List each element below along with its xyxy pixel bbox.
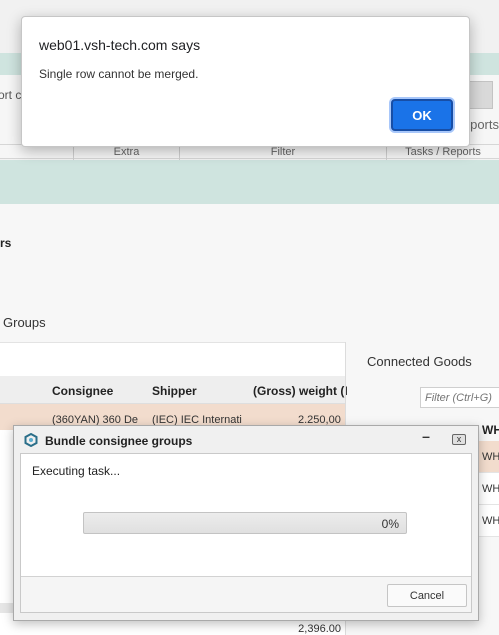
dialog-body: Executing task... 0% Cancel	[20, 453, 472, 613]
column-header-shipper[interactable]: Shipper	[152, 384, 197, 398]
close-icon[interactable]: x	[452, 434, 466, 445]
dialog-title: Bundle consignee groups	[45, 434, 193, 448]
alert-message: Single row cannot be merged.	[39, 67, 199, 81]
groups-title: Groups	[3, 315, 46, 330]
ribbon-group-extra: Extra	[73, 145, 179, 161]
alert-ok-button[interactable]: OK	[391, 99, 453, 131]
ribbon-cut-label: ort c	[0, 88, 22, 102]
task-progress-bar: 0%	[83, 512, 407, 534]
bundle-task-dialog: Bundle consignee groups – x Executing ta…	[13, 425, 479, 621]
tasks-reports-icon[interactable]	[469, 81, 493, 109]
connected-goods-title: Connected Goods	[367, 354, 472, 369]
table-header: Consignee Shipper (Gross) weight (I	[0, 376, 348, 404]
alert-title: web01.vsh-tech.com says	[39, 37, 201, 53]
filter-input[interactable]	[420, 387, 499, 408]
cancel-button[interactable]: Cancel	[387, 584, 467, 607]
column-header-consignee[interactable]: Consignee	[52, 384, 113, 398]
reports-button-label[interactable]: ports	[470, 117, 499, 132]
ribbon-group-tasks-reports: Tasks / Reports	[386, 145, 499, 161]
ribbon-group-filter: Filter	[179, 145, 386, 161]
section-label: rs	[0, 236, 12, 250]
column-header-gross-weight[interactable]: (Gross) weight (I	[253, 384, 348, 398]
title-band	[0, 160, 499, 204]
progress-percent: 0%	[381, 517, 399, 531]
weight-total: 2,396.00	[298, 623, 341, 635]
browser-alert-dialog: web01.vsh-tech.com says Single row canno…	[21, 16, 470, 147]
minimize-icon[interactable]: –	[418, 429, 434, 446]
dialog-footer: Cancel	[21, 576, 471, 612]
app-logo-icon	[24, 433, 38, 447]
task-status-text: Executing task...	[32, 464, 121, 478]
